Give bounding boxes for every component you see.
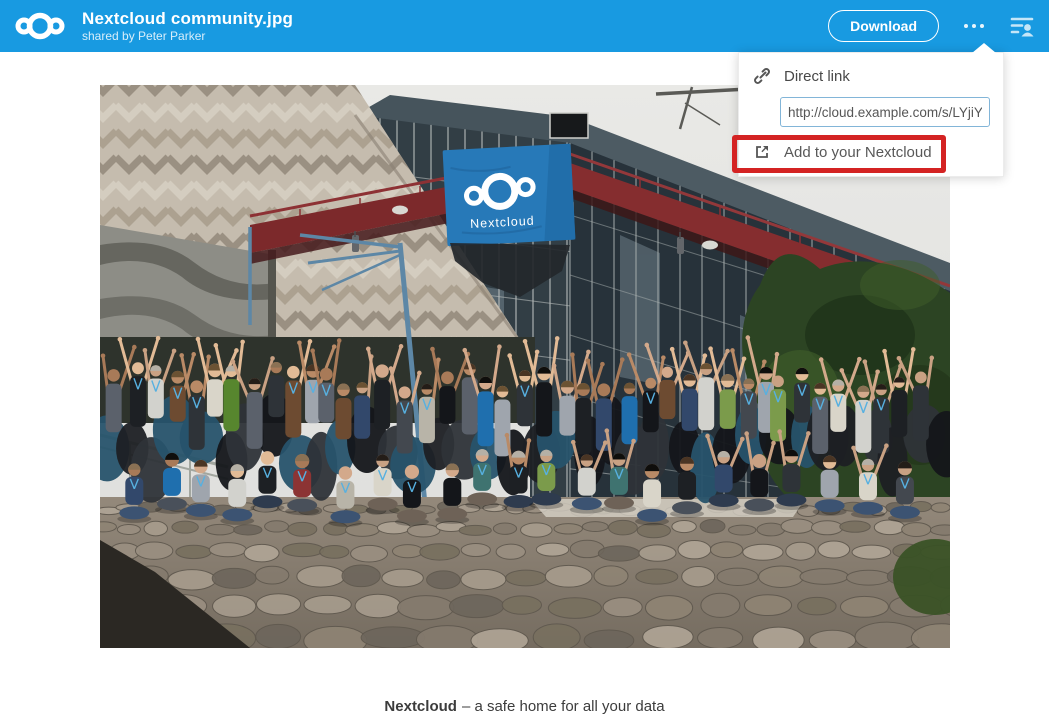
file-titles: Nextcloud community.jpg shared by Peter … <box>82 9 828 43</box>
page-title: Nextcloud community.jpg <box>82 9 828 28</box>
footer-brand: Nextcloud <box>384 698 457 715</box>
app-header: Nextcloud community.jpg shared by Peter … <box>0 0 1049 52</box>
ellipsis-icon <box>964 24 968 28</box>
footer-tagline-text: – a safe home for all your data <box>462 698 665 715</box>
direct-link-url-input[interactable] <box>780 97 990 127</box>
nextcloud-logo-icon <box>14 8 66 44</box>
share-actions-menu: Direct link Add to your Nextcloud <box>738 52 1004 177</box>
details-toggle-button[interactable] <box>1005 10 1039 42</box>
download-button[interactable]: Download <box>828 10 939 42</box>
direct-link-label: Direct link <box>784 68 850 85</box>
dark-window <box>550 113 588 138</box>
nextcloud-banner: Nextcloud <box>443 144 576 247</box>
add-to-nextcloud-label: Add to your Nextcloud <box>784 144 932 161</box>
menu-item-add-to-nextcloud[interactable]: Add to your Nextcloud <box>739 137 1003 167</box>
menu-item-direct-link[interactable]: Direct link <box>739 61 1003 91</box>
more-options-button[interactable] <box>955 9 993 43</box>
footer-tagline: Nextcloud – a safe home for all your data <box>0 698 1049 715</box>
sidebar-user-icon <box>1010 15 1035 38</box>
link-icon <box>754 68 770 84</box>
public-share-page: Nextcloud community.jpg shared by Peter … <box>0 0 1049 726</box>
shared-by-subtitle: shared by Peter Parker <box>82 29 828 43</box>
external-link-icon <box>754 144 770 160</box>
